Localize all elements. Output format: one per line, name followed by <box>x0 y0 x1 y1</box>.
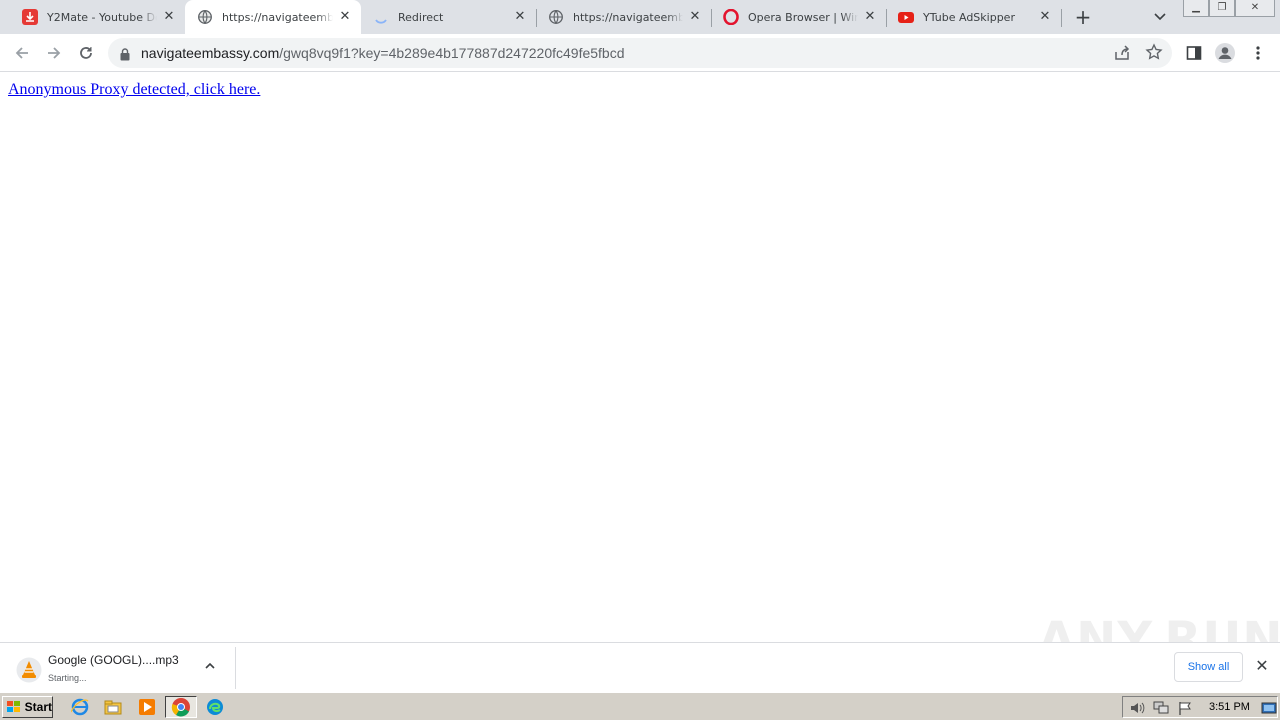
system-tray: 3:51 PM <box>1122 696 1278 718</box>
volume-icon[interactable] <box>1129 700 1145 719</box>
download-shelf: Google (GOOGL)....mp3 Starting... Show a… <box>0 642 1280 692</box>
vlc-file-icon <box>16 657 42 683</box>
edge-icon[interactable] <box>206 698 224 716</box>
address-bar[interactable]: navigateembassy.com/gwq8vq9f1?key=4b289e… <box>108 38 1172 68</box>
action-center-flag-icon[interactable] <box>1177 700 1193 719</box>
close-download-shelf-icon[interactable]: ✕ <box>1253 657 1271 675</box>
close-tab-icon[interactable]: ✕ <box>862 9 878 25</box>
restore-button[interactable]: ❐ <box>1209 0 1235 17</box>
chevron-up-icon[interactable] <box>204 659 216 673</box>
y2mate-icon <box>22 9 38 25</box>
start-button[interactable]: Start <box>2 696 53 718</box>
side-panel-icon <box>1186 46 1202 60</box>
start-label: Start <box>24 700 52 714</box>
profile-avatar-icon <box>1215 43 1235 63</box>
tab-navigateembassy-active[interactable]: https://navigateembassy.com ✕ <box>185 0 361 34</box>
download-item[interactable]: Google (GOOGL)....mp3 Starting... <box>8 647 236 689</box>
tab-title: https://navigateembassy.com <box>573 10 683 24</box>
tab-strip: Y2Mate - Youtube Downloader ✕ https://na… <box>0 0 1280 34</box>
url-text[interactable]: navigateembassy.com/gwq8vq9f1?key=4b289e… <box>141 45 625 61</box>
back-arrow-icon <box>15 47 28 59</box>
forward-arrow-icon <box>48 47 61 59</box>
tab-ytube-adskipper[interactable]: YTube AdSkipper ✕ <box>886 0 1062 34</box>
tab-title: YTube AdSkipper <box>923 10 1015 24</box>
window-controls: ▁ ❐ ✕ <box>1183 0 1275 17</box>
tab-title: Y2Mate - Youtube Downloader <box>47 10 157 24</box>
taskbar-clock[interactable]: 3:51 PM <box>1209 701 1250 713</box>
tab-opera[interactable]: Opera Browser | Windows ✕ <box>711 0 887 34</box>
kebab-menu-icon <box>1256 46 1260 60</box>
tab-navigateembassy-2[interactable]: https://navigateembassy.com ✕ <box>536 0 712 34</box>
internet-explorer-icon[interactable] <box>70 698 89 716</box>
bookmark-star-icon[interactable] <box>1145 43 1163 65</box>
tab-search-chevron-icon[interactable] <box>1150 8 1170 26</box>
tab-redirect[interactable]: Redirect ✕ <box>361 0 537 34</box>
windows-taskbar: Start 3:51 PM <box>0 692 1280 720</box>
close-tab-icon[interactable]: ✕ <box>337 9 353 25</box>
show-all-downloads-button[interactable]: Show all <box>1174 652 1243 682</box>
tab-title: https://navigateembassy.com <box>222 10 333 24</box>
back-button[interactable] <box>10 41 34 65</box>
tab-y2mate[interactable]: Y2Mate - Youtube Downloader ✕ <box>10 0 186 34</box>
download-file-name: Google (GOOGL)....mp3 <box>48 653 179 667</box>
loading-spinner-icon <box>373 9 389 25</box>
reload-icon <box>80 47 92 59</box>
close-tab-icon[interactable]: ✕ <box>1037 9 1053 25</box>
show-desktop-icon[interactable] <box>1261 700 1277 719</box>
reload-button[interactable] <box>74 41 98 65</box>
close-tab-icon[interactable]: ✕ <box>687 9 703 25</box>
media-player-icon[interactable] <box>138 698 156 716</box>
download-status: Starting... <box>48 673 87 683</box>
globe-icon <box>197 9 213 25</box>
side-panel-button[interactable] <box>1182 41 1206 65</box>
tab-title: Redirect <box>398 10 444 24</box>
anonymous-proxy-link[interactable]: Anonymous Proxy detected, click here. <box>8 81 260 99</box>
opera-icon <box>723 9 739 25</box>
globe-icon <box>548 9 564 25</box>
youtube-icon <box>898 9 914 25</box>
windows-logo-icon <box>7 701 20 712</box>
minimize-button[interactable]: ▁ <box>1183 0 1209 17</box>
chrome-taskbar-button-active[interactable] <box>165 696 197 718</box>
new-tab-button[interactable]: + <box>1072 6 1094 28</box>
lock-icon[interactable] <box>120 46 130 65</box>
tab-title: Opera Browser | Windows <box>748 10 858 24</box>
file-explorer-icon[interactable] <box>104 698 122 716</box>
close-window-button[interactable]: ✕ <box>1235 0 1275 17</box>
page-content: Anonymous Proxy detected, click here. AN… <box>0 72 1280 668</box>
close-tab-icon[interactable]: ✕ <box>161 9 177 25</box>
forward-button[interactable] <box>42 41 66 65</box>
network-icon[interactable] <box>1153 700 1169 719</box>
share-icon[interactable] <box>1113 44 1131 66</box>
browser-toolbar: navigateembassy.com/gwq8vq9f1?key=4b289e… <box>0 34 1280 72</box>
browser-menu-button[interactable] <box>1246 41 1270 65</box>
chrome-icon <box>171 698 190 717</box>
profile-button[interactable] <box>1213 41 1237 65</box>
close-tab-icon[interactable]: ✕ <box>512 9 528 25</box>
